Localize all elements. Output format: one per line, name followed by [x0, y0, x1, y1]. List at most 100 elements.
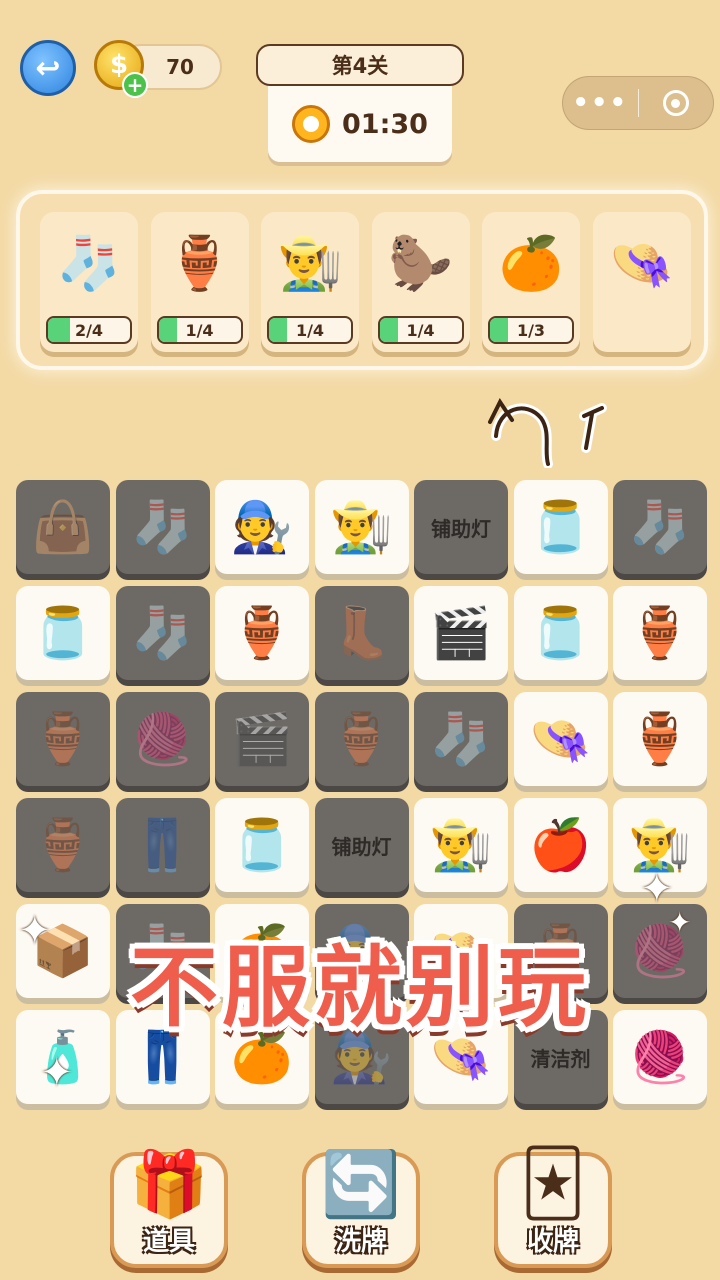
- props-tool-icon: 🎁: [129, 1147, 209, 1222]
- tray-slot-socks: 🧦 2/4: [40, 212, 138, 352]
- slot-progress-bar: 1/4: [377, 316, 464, 344]
- coin-count: 70: [166, 55, 194, 79]
- orange-crate-icon: 🍊: [498, 233, 564, 294]
- board-tile: 👖: [115, 798, 210, 892]
- board-tile: 👜: [16, 480, 110, 574]
- board-tile[interactable]: 🏺: [613, 692, 707, 786]
- tile-item-icon: 🏺: [230, 604, 294, 662]
- slot-progress-bar: 2/4: [46, 316, 132, 344]
- tray-slot-farmer: 👨‍🌾 1/4: [261, 212, 359, 352]
- tray-slot-orange-crate: 🍊 1/3: [482, 212, 580, 352]
- tile-item-icon: 🧦: [429, 710, 493, 768]
- straw-hat-icon: 👒: [609, 233, 674, 294]
- board-tile[interactable]: 👨‍🌾: [414, 798, 508, 892]
- tile-item-icon: 🫙: [31, 604, 95, 662]
- board-tile: 🏺: [16, 798, 110, 892]
- sparkle-icon: ✦: [40, 1050, 74, 1096]
- tile-item-icon: 👖: [131, 816, 194, 874]
- tile-item-icon: 👨‍🌾: [628, 816, 692, 874]
- stopwatch-icon: [292, 105, 331, 143]
- tile-item-icon: 🧦: [628, 498, 692, 556]
- capybara-bath-icon: 🦫: [388, 233, 453, 294]
- slot-progress-text: 2/4: [74, 320, 104, 340]
- tile-label: 铺助灯: [331, 834, 392, 859]
- board-tile[interactable]: 🍎: [513, 798, 608, 892]
- board-tile: 👢: [314, 586, 409, 680]
- tile-item-icon: 👨‍🌾: [330, 498, 393, 556]
- board-tile[interactable]: 🏺: [215, 586, 309, 680]
- timer-value: 01:30: [342, 108, 428, 140]
- tile-item-icon: 🏺: [31, 816, 95, 874]
- mini-program-capsule: •••: [562, 76, 714, 130]
- slot-progress-text: 1/4: [185, 320, 214, 340]
- tile-item-icon: 👜: [31, 498, 95, 556]
- slot-progress-text: 1/4: [295, 320, 325, 340]
- board-tile: 🏺: [16, 692, 110, 786]
- tile-item-icon: 👨‍🌾: [429, 816, 493, 874]
- sparkle-icon: ✦: [18, 908, 52, 954]
- board-tile: 🏺: [314, 692, 409, 786]
- level-title: 第4关: [256, 44, 464, 86]
- tool-label: 道具: [142, 1227, 195, 1257]
- shuffle-tool-button[interactable]: 🔄 洗牌: [302, 1148, 420, 1268]
- board-tile[interactable]: 🫙: [16, 586, 110, 680]
- back-button[interactable]: ↩: [20, 40, 76, 96]
- slot-progress-bar: 1/4: [156, 316, 243, 344]
- board-tile[interactable]: 👒: [513, 692, 608, 786]
- collect-cards-tool-icon: 🃏: [520, 1147, 586, 1221]
- sparkle-icon: ✦: [668, 906, 692, 939]
- level-label: 第4关: [331, 54, 389, 78]
- tray-slot-porcelain-vase: 🏺 1/4: [150, 212, 249, 352]
- slogan-banner: 不服就别玩: [129, 935, 590, 1039]
- board-tile[interactable]: 🫙: [513, 586, 608, 680]
- tile-item-icon: 🎬: [230, 710, 294, 768]
- tile-item-icon: 👢: [330, 604, 393, 662]
- board-tile[interactable]: 🫙: [513, 480, 608, 574]
- tile-item-icon: 🏺: [628, 710, 692, 768]
- tile-item-icon: 🏺: [31, 710, 95, 768]
- board-tile: 🎬: [215, 692, 309, 786]
- close-mini-program-button[interactable]: [639, 90, 714, 116]
- tile-item-icon: 🏺: [628, 604, 692, 662]
- board-tile[interactable]: 🫙: [215, 798, 309, 892]
- tool-label: 洗牌: [334, 1227, 387, 1257]
- board-tile[interactable]: 🏺: [613, 586, 707, 680]
- timer: 01:30: [268, 86, 452, 162]
- tray-slot-capybara-bath: 🦫 1/4: [371, 212, 470, 352]
- tile-item-icon: 🎬: [429, 604, 493, 662]
- tile-item-icon: 🫙: [529, 604, 592, 662]
- tile-item-icon: 🍎: [529, 816, 592, 874]
- board-tile: 🧦: [115, 480, 210, 574]
- tile-item-icon: 🧦: [131, 498, 194, 556]
- board-tile: 🧦: [414, 692, 508, 786]
- board-tile: 铺助灯: [314, 798, 409, 892]
- tile-item-icon: 🧶: [131, 710, 194, 768]
- shuffle-tool-icon: 🔄: [321, 1147, 401, 1222]
- add-coins-plus-icon[interactable]: +: [122, 72, 148, 98]
- board-tile: 🧦: [115, 586, 210, 680]
- more-options-icon[interactable]: •••: [563, 88, 638, 118]
- porcelain-vase-icon: 🏺: [167, 233, 232, 294]
- collect-cards-tool-button[interactable]: 🃏 收牌: [494, 1147, 612, 1268]
- board-tile: 🧦: [613, 480, 707, 574]
- slot-progress-text: 1/3: [516, 320, 546, 340]
- tile-item-icon: 👒: [529, 710, 592, 768]
- board-tile[interactable]: 👨‍🌾: [314, 480, 409, 574]
- back-arrow-icon: ↩: [35, 50, 61, 86]
- tray-slot-straw-hat: 👒: [592, 212, 691, 352]
- tile-item-icon: 🏺: [330, 710, 393, 768]
- target-icon: [662, 90, 689, 116]
- slot-progress-text: 1/4: [406, 320, 435, 340]
- tile-item-icon: 🫙: [529, 498, 592, 556]
- slot-progress-bar: 1/3: [488, 316, 574, 344]
- board-tile: 🧶: [115, 692, 210, 786]
- board-tile[interactable]: 🎬: [414, 586, 508, 680]
- props-tool-button[interactable]: 🎁 道具: [110, 1148, 228, 1268]
- socks-icon: 🧦: [56, 233, 122, 294]
- hint-arrow-icon: [488, 398, 607, 468]
- board-tile[interactable]: 🧑‍🔧: [215, 480, 309, 574]
- tile-item-icon: 🧑‍🔧: [230, 498, 294, 556]
- tile-item-icon: 🧦: [131, 604, 194, 662]
- tile-label: 铺助灯: [431, 516, 491, 541]
- farmer-icon: 👨‍🌾: [277, 233, 343, 294]
